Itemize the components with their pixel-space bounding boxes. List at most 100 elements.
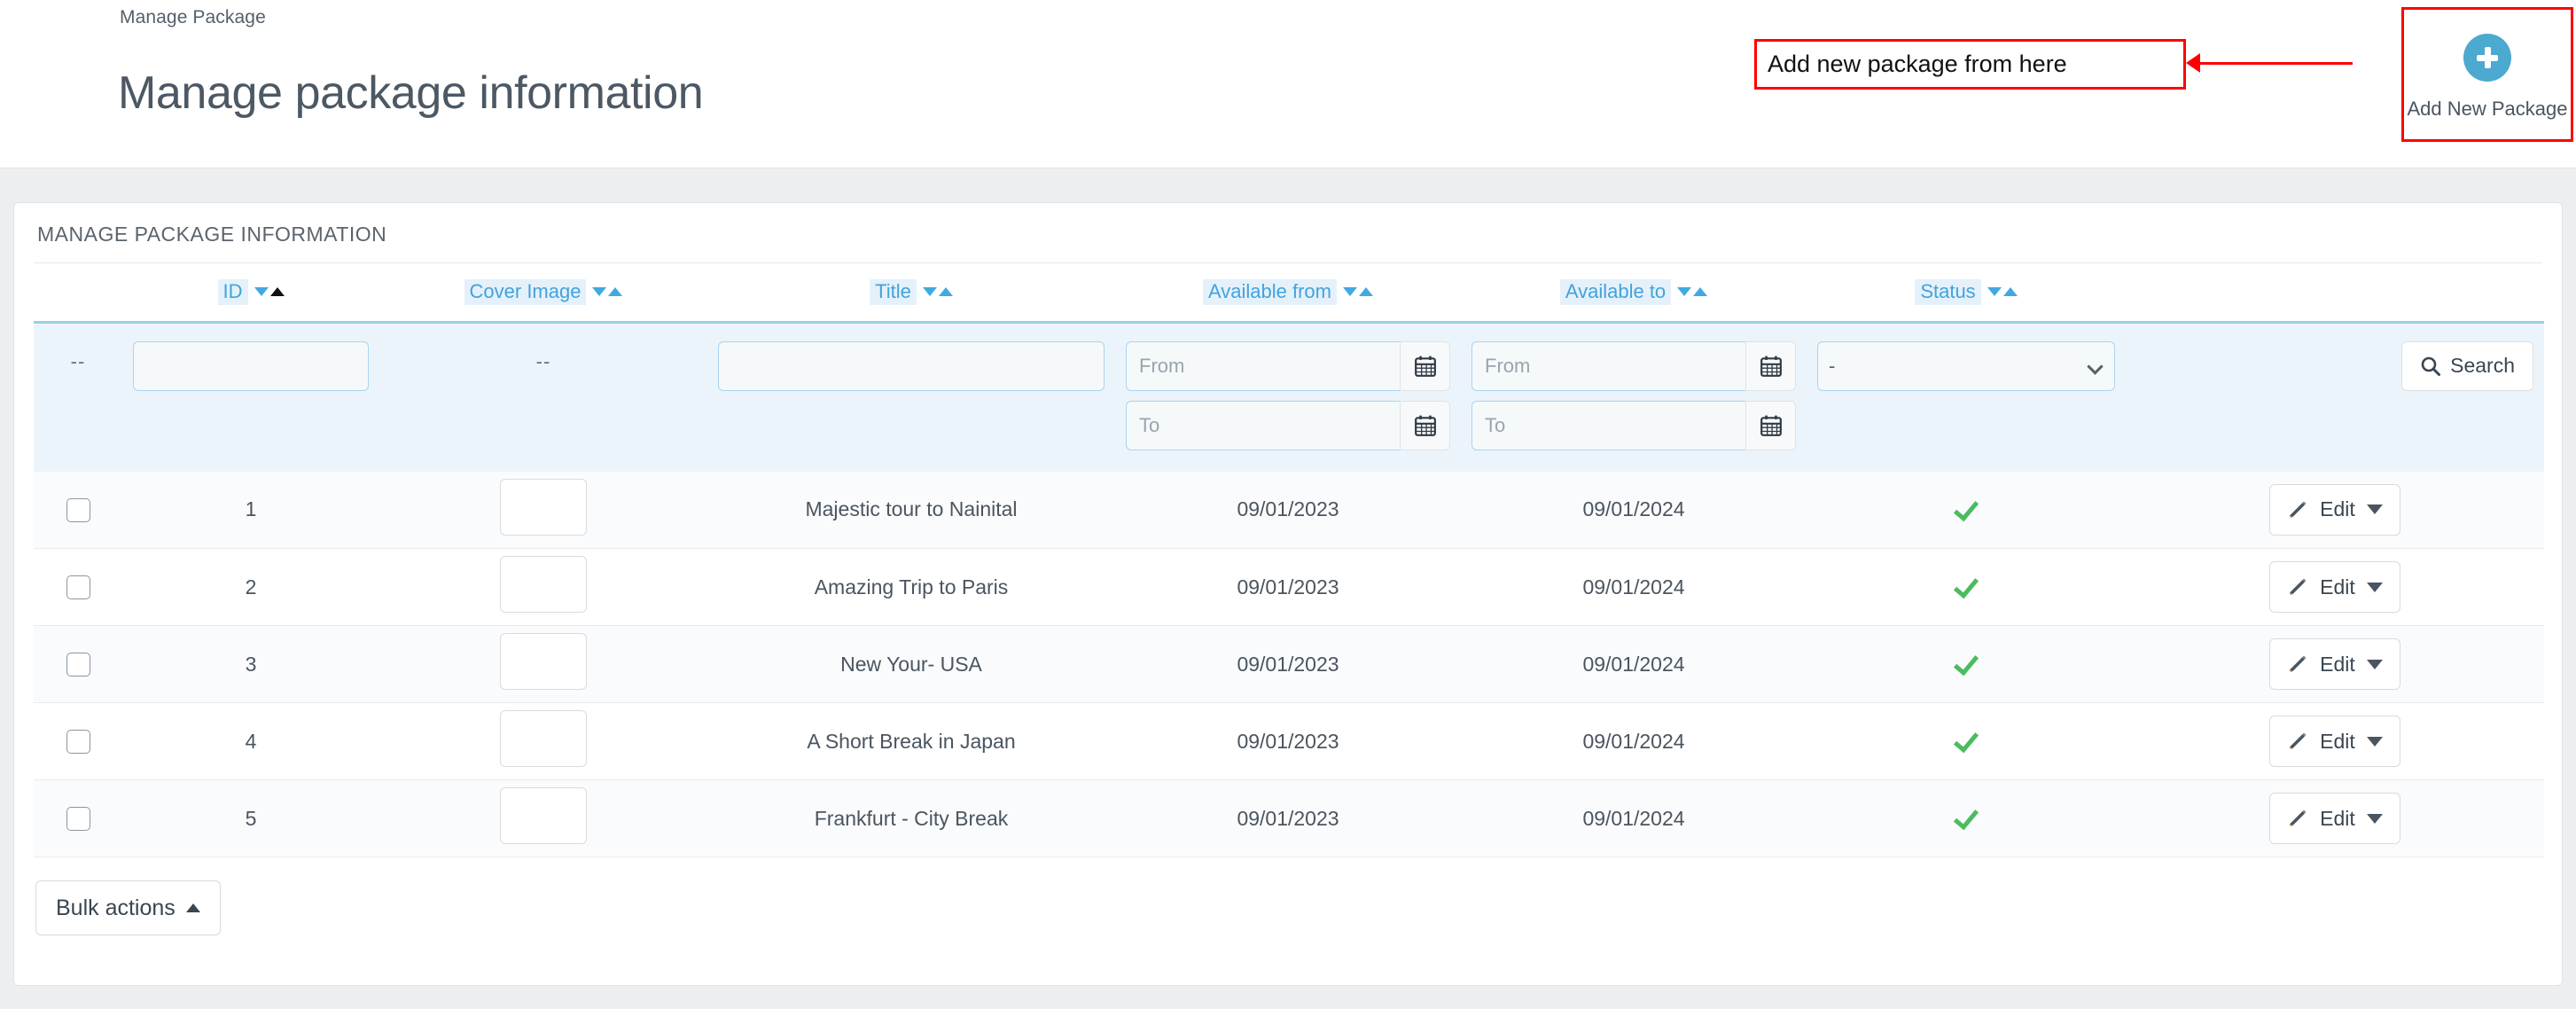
calendar-icon [1414,415,1436,436]
caret-down-icon[interactable] [2366,504,2383,515]
row-checkbox[interactable] [66,730,90,755]
page-header: Manage Package Manage package informatio… [0,0,2576,168]
sort-asc-icon[interactable] [269,287,285,297]
edit-button[interactable]: Edit [2269,561,2400,613]
column-header-id[interactable]: ID [122,263,379,322]
table-row: 5 Frankfurt - City Break 09/01/2023 09/0… [34,779,2544,857]
column-header-status-label: Status [1915,278,1981,305]
row-actions-cell: Edit [2126,548,2544,626]
sort-desc-icon[interactable] [254,287,269,297]
column-header-available-to[interactable]: Available to [1461,263,1807,322]
filter-available-to-from-input[interactable] [1471,340,1746,391]
filter-available-from-from-input[interactable] [1126,340,1401,391]
caret-down-icon[interactable] [2366,582,2383,592]
row-id: 2 [122,548,379,626]
filter-available-to-to-group [1471,400,1796,450]
row-checkbox[interactable] [66,497,90,522]
table-row: 2 Amazing Trip to Paris 09/01/2023 09/01… [34,548,2544,626]
pencil-icon [2290,655,2307,672]
sort-asc-icon[interactable] [608,287,623,297]
package-table: ID Cover Image Title Available from Avai… [34,263,2544,857]
row-available-from: 09/01/2023 [1115,625,1461,703]
annotation-callout: Add new package from here [1754,39,2186,90]
row-checkbox[interactable] [66,575,90,600]
edit-button[interactable]: Edit [2269,716,2400,767]
column-header-status[interactable]: Status [1807,263,2126,322]
calendar-icon-button-available-to-from[interactable] [1745,340,1796,391]
table-header: ID Cover Image Title Available from Avai… [34,263,2544,322]
calendar-icon-button-available-to-to[interactable] [1745,400,1796,450]
row-cover-image-cell [379,779,707,857]
calendar-icon-button-available-from-to[interactable] [1400,400,1450,450]
row-available-to: 09/01/2024 [1461,548,1807,626]
pencil-icon [2290,578,2307,595]
filter-title-input[interactable] [718,340,1105,391]
sort-asc-icon[interactable] [938,287,953,297]
card-title: MANAGE PACKAGE INFORMATION [37,223,387,246]
row-checkbox[interactable] [66,807,90,832]
row-status-cell [1807,625,2126,703]
cover-thumbnail[interactable] [500,478,587,536]
cover-thumbnail[interactable] [500,787,587,844]
calendar-icon [1760,356,1782,377]
add-new-package-button[interactable]: Add New Package [2401,7,2573,142]
sort-asc-icon[interactable] [2002,287,2018,297]
bulk-actions-button[interactable]: Bulk actions [35,880,221,935]
cover-thumbnail[interactable] [500,556,587,613]
caret-down-icon[interactable] [2366,813,2383,824]
sort-desc-icon[interactable] [922,287,937,297]
row-checkbox[interactable] [66,653,90,677]
filter-status-select[interactable]: - [1817,340,2115,391]
status-active-check-icon [1953,495,1979,521]
filter-cell-id [122,320,379,472]
sort-desc-icon[interactable] [592,287,607,297]
cover-thumbnail[interactable] [500,710,587,767]
breadcrumb: Manage Package [120,7,266,27]
sort-arrows-cover-image[interactable] [592,287,623,297]
sort-desc-icon[interactable] [1987,287,2002,297]
sort-arrows-available-to[interactable] [1677,287,1708,297]
sort-arrows-status[interactable] [1987,287,2018,297]
cover-thumbnail[interactable] [500,633,587,690]
column-header-cover-image[interactable]: Cover Image [379,263,707,322]
filter-cover-image-dash: -- [535,349,551,372]
row-select-cell [34,779,122,857]
filter-id-input[interactable] [133,340,369,391]
filter-available-to-from-group [1471,340,1796,391]
search-button-label: Search [2450,354,2515,377]
sort-arrows-available-from[interactable] [1343,287,1373,297]
caret-down-icon[interactable] [2366,659,2383,669]
row-available-to: 09/01/2024 [1461,625,1807,703]
row-cover-image-cell [379,702,707,780]
sort-arrows-id[interactable] [254,287,285,297]
column-header-title-label: Title [870,278,917,305]
sort-asc-icon[interactable] [1693,287,1708,297]
edit-button[interactable]: Edit [2269,638,2400,690]
column-header-actions [2126,263,2544,322]
bulk-actions-label: Bulk actions [56,895,176,920]
row-select-cell [34,625,122,703]
filter-available-to-to-input[interactable] [1471,400,1746,450]
magnifier-icon [2421,356,2441,376]
plus-circle-icon [2463,34,2511,82]
edit-button-label: Edit [2320,729,2355,753]
table-row: 1 Majestic tour to Nainital 09/01/2023 0… [34,471,2544,549]
row-available-from: 09/01/2023 [1115,702,1461,780]
search-button[interactable]: Search [2401,340,2533,391]
sort-asc-icon[interactable] [1359,287,1373,297]
filter-available-from-to-input[interactable] [1126,400,1401,450]
sort-desc-icon[interactable] [1677,287,1692,297]
row-title: Amazing Trip to Paris [707,548,1115,626]
caret-down-icon[interactable] [2366,736,2383,747]
edit-button[interactable]: Edit [2269,483,2400,536]
sort-arrows-title[interactable] [922,287,953,297]
calendar-icon-button-available-from-from[interactable] [1400,340,1450,391]
column-header-available-from[interactable]: Available from [1115,263,1461,322]
edit-button-label: Edit [2320,497,2355,521]
row-available-to: 09/01/2024 [1461,779,1807,857]
sort-desc-icon[interactable] [1343,287,1357,297]
edit-button[interactable]: Edit [2269,793,2400,844]
column-header-title[interactable]: Title [707,263,1115,322]
row-status-cell [1807,471,2126,549]
row-available-from: 09/01/2023 [1115,471,1461,549]
